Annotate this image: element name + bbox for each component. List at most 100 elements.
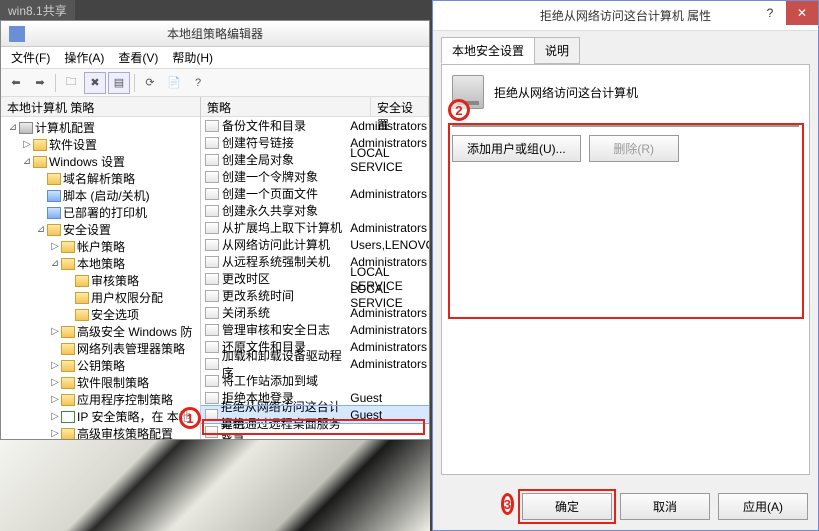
tree-twisty-icon[interactable]: ⊿: [49, 258, 61, 269]
apply-button[interactable]: 应用(A): [718, 493, 808, 520]
list-header[interactable]: 策略 安全设置: [201, 97, 429, 117]
tab-panel: 拒绝从网络访问这台计算机 2 添加用户或组(U)... 删除(R): [441, 64, 810, 475]
folder-icon: [33, 156, 47, 168]
policy-name: 从网络访问此计算机: [222, 236, 330, 253]
policy-setting: Administrators: [350, 306, 429, 320]
policy-row[interactable]: 创建永久共享对象: [201, 202, 429, 219]
tree-twisty-icon[interactable]: ▷: [21, 139, 33, 150]
tree-node[interactable]: ⊿计算机配置: [3, 119, 200, 136]
help-icon[interactable]: ?: [187, 72, 209, 94]
forward-icon[interactable]: ➡: [29, 72, 51, 94]
up-icon[interactable]: 🗀: [60, 72, 82, 94]
tree-label: 应用程序控制策略: [77, 391, 173, 408]
policy-icon: [205, 171, 219, 183]
tree-node[interactable]: ▷高级审核策略配置: [3, 425, 200, 439]
folder-icon: [61, 241, 75, 253]
tree-label: 安全选项: [91, 306, 139, 323]
tree-label: 域名解析策略: [63, 170, 135, 187]
policy-row[interactable]: 关闭系统Administrators: [201, 304, 429, 321]
tree-node[interactable]: ⊿Windows 设置: [3, 153, 200, 170]
tree-node[interactable]: 安全选项: [3, 306, 200, 323]
policy-setting: Administrators: [350, 323, 429, 337]
cancel-button[interactable]: 取消: [620, 493, 710, 520]
col-policy[interactable]: 策略: [201, 97, 371, 116]
tree-node[interactable]: ▷公钥策略: [3, 357, 200, 374]
policy-row[interactable]: 管理审核和安全日志Administrators: [201, 321, 429, 338]
tree-node[interactable]: ▷软件设置: [3, 136, 200, 153]
delete-icon[interactable]: ✖: [84, 72, 106, 94]
folder-icon: [47, 207, 61, 219]
policy-row[interactable]: 创建全局对象LOCAL SERVICE: [201, 151, 429, 168]
tree-pane[interactable]: 本地计算机 策略 ⊿计算机配置▷软件设置⊿Windows 设置域名解析策略脚本 …: [1, 97, 201, 439]
policy-icon: [205, 375, 219, 387]
close-button[interactable]: ✕: [786, 1, 818, 25]
tree-label: 审核策略: [91, 272, 139, 289]
tree-label: 安全设置: [63, 221, 111, 238]
gpe-titlebar[interactable]: 本地组策略编辑器: [1, 21, 429, 47]
policy-setting: LOCAL SERVICE: [350, 146, 429, 174]
tree-node[interactable]: 网络列表管理器策略: [3, 340, 200, 357]
menu-action[interactable]: 操作(A): [58, 47, 110, 68]
tree-twisty-icon[interactable]: ▷: [49, 377, 61, 388]
tree-node[interactable]: ▷ 应用程序控制策略: [3, 391, 200, 408]
policy-icon: [205, 324, 219, 336]
policy-row[interactable]: 备份文件和目录Administrators: [201, 117, 429, 134]
tree-node[interactable]: 用户权限分配: [3, 289, 200, 306]
policy-setting: Administrators: [350, 221, 429, 235]
tree-node[interactable]: ⊿ 安全设置: [3, 221, 200, 238]
policy-row[interactable]: 从网络访问此计算机Users,LENOVO: [201, 236, 429, 253]
menu-view[interactable]: 查看(V): [112, 47, 164, 68]
tree-twisty-icon[interactable]: ▷: [49, 326, 61, 337]
col-setting[interactable]: 安全设置: [371, 97, 429, 116]
back-icon[interactable]: ⬅: [5, 72, 27, 94]
prop-titlebar[interactable]: 拒绝从网络访问这台计算机 属性 ? ✕: [433, 1, 818, 31]
tree-header[interactable]: 本地计算机 策略: [1, 97, 200, 117]
policy-name: 创建全局对象: [222, 151, 294, 168]
policy-row[interactable]: 将工作站添加到域: [201, 372, 429, 389]
tree-node[interactable]: ▷帐户策略: [3, 238, 200, 255]
tree-node[interactable]: ⊿本地策略: [3, 255, 200, 272]
tree-twisty-icon[interactable]: ▷: [49, 394, 61, 405]
policy-row[interactable]: 更改系统时间LOCAL SERVICE: [201, 287, 429, 304]
policy-row[interactable]: 创建一个页面文件Administrators: [201, 185, 429, 202]
tree-node[interactable]: 域名解析策略: [3, 170, 200, 187]
refresh-icon[interactable]: ⟳: [139, 72, 161, 94]
share-tab: win8.1共享: [0, 0, 75, 20]
export-icon[interactable]: 📄: [163, 72, 185, 94]
tree-twisty-icon[interactable]: ⊿: [21, 156, 33, 167]
policy-row[interactable]: 从扩展坞上取下计算机Administrators: [201, 219, 429, 236]
gpe-body: 本地计算机 策略 ⊿计算机配置▷软件设置⊿Windows 设置域名解析策略脚本 …: [1, 97, 429, 439]
prop-heading-row: 拒绝从网络访问这台计算机: [452, 75, 799, 109]
tree-node[interactable]: ▷ 软件限制策略: [3, 374, 200, 391]
tree-twisty-icon[interactable]: ▷: [49, 428, 61, 439]
tab-explain[interactable]: 说明: [534, 37, 580, 64]
tree-twisty-icon[interactable]: ▷: [49, 241, 61, 252]
annotation-3: 3: [501, 493, 514, 515]
policy-icon: [205, 307, 219, 319]
policy-list[interactable]: 备份文件和目录Administrators创建符号链接Administrator…: [201, 117, 429, 439]
tree-twisty-icon[interactable]: ▷: [49, 360, 61, 371]
tab-security[interactable]: 本地安全设置: [441, 37, 535, 64]
tree-label: IP 安全策略，在 本地: [77, 408, 191, 425]
tree-node[interactable]: ▷ 高级安全 Windows 防: [3, 323, 200, 340]
add-user-button[interactable]: 添加用户或组(U)...: [452, 135, 581, 162]
menu-file[interactable]: 文件(F): [5, 47, 56, 68]
tree-node[interactable]: 审核策略: [3, 272, 200, 289]
tree-twisty-icon[interactable]: ⊿: [7, 122, 19, 133]
help-button[interactable]: ?: [754, 1, 786, 25]
properties-icon[interactable]: ▤: [108, 72, 130, 94]
tree-label: 软件限制策略: [77, 374, 149, 391]
tree-node[interactable]: ▷ IP 安全策略，在 本地: [3, 408, 200, 425]
dialog-footer: 3 确定 取消 应用(A): [433, 483, 818, 530]
tree-node[interactable]: 脚本 (启动/关机): [3, 187, 200, 204]
folder-icon: [75, 309, 89, 321]
policy-tree[interactable]: ⊿计算机配置▷软件设置⊿Windows 设置域名解析策略脚本 (启动/关机)已部…: [1, 117, 200, 439]
policy-icon: [205, 222, 219, 234]
policy-row[interactable]: 加载和卸载设备驱动程序Administrators: [201, 355, 429, 372]
tree-node[interactable]: 已部署的打印机: [3, 204, 200, 221]
menu-help[interactable]: 帮助(H): [166, 47, 219, 68]
members-listbox[interactable]: [452, 125, 799, 127]
tree-label: 高级安全 Windows 防: [77, 323, 192, 340]
tree-twisty-icon[interactable]: ▷: [49, 411, 61, 422]
tree-twisty-icon[interactable]: ⊿: [35, 224, 47, 235]
